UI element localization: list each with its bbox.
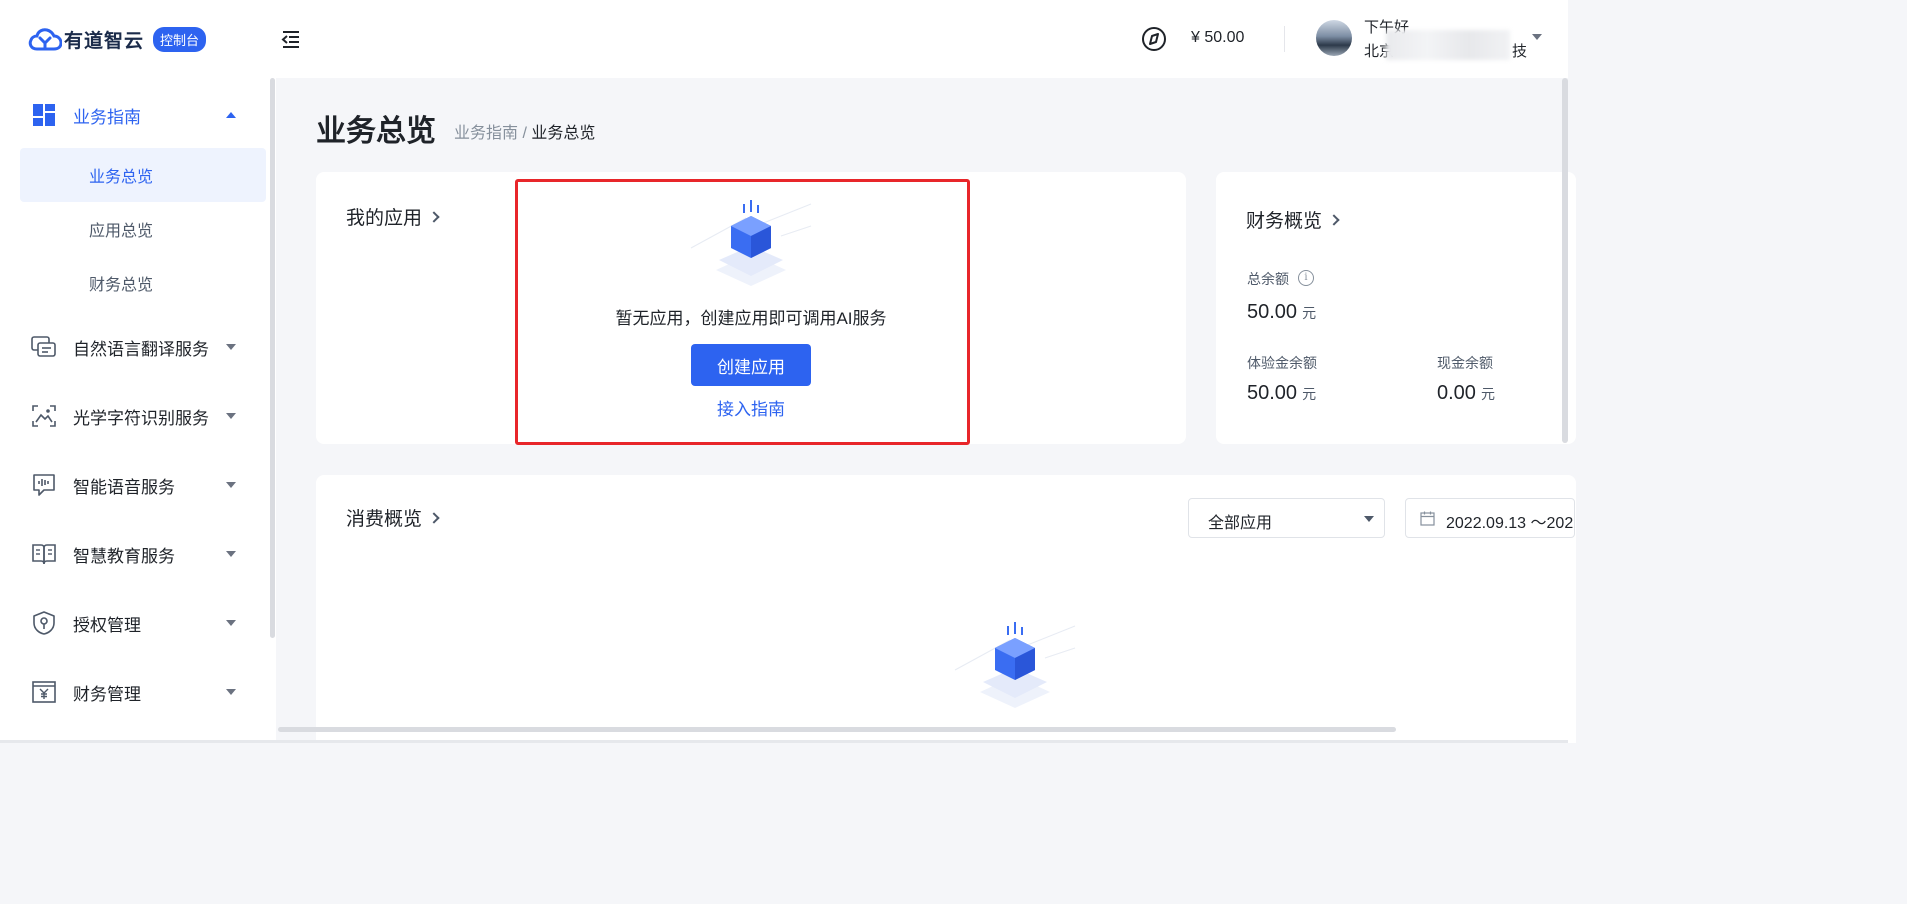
cash-balance-value: 0.00 元 (1437, 382, 1495, 405)
translate-chat-icon (31, 336, 56, 357)
sidebar-group-label: 授权管理 (73, 615, 141, 635)
open-book-icon (32, 544, 56, 565)
chevron-down-icon (226, 482, 236, 488)
cash-balance-amount: 0.00 (1437, 382, 1476, 404)
cloud-logo-icon (28, 27, 62, 50)
sidebar: 业务指南 业务总览 应用总览 财务总览 自然语言翻译服务 光学字符识别服务 智能… (0, 78, 276, 743)
app-filter-value: 全部应用 (1208, 515, 1273, 532)
chevron-down-icon (226, 344, 236, 350)
page-title: 业务总览 (316, 115, 436, 148)
sidebar-item-app-overview[interactable]: 应用总览 (20, 202, 266, 256)
consumption-title-text: 消费概览 (346, 509, 423, 530)
cash-balance-label: 现金余额 (1437, 355, 1493, 371)
sidebar-group-label: 财务管理 (73, 684, 141, 704)
chevron-down-icon (226, 551, 236, 557)
calendar-icon (1420, 511, 1435, 526)
image-scan-icon (32, 405, 56, 427)
main-horizontal-scrollbar[interactable] (278, 727, 1396, 732)
redacted-mask (1386, 30, 1510, 60)
chevron-down-icon (1364, 516, 1374, 522)
consumption-title[interactable]: 消费概览 (346, 504, 440, 531)
chevron-up-icon (226, 112, 236, 118)
date-range-picker[interactable]: 2022.09.13 ～2022.09.19 (1405, 498, 1575, 538)
currency-unit: 元 (1302, 386, 1317, 402)
breadcrumb-current: 业务总览 (531, 125, 596, 142)
breadcrumb: 业务指南 / 业务总览 (454, 119, 595, 143)
sidebar-scrollbar[interactable] (270, 78, 275, 638)
app-filter-select[interactable]: 全部应用 (1188, 498, 1385, 538)
trial-balance-label: 体验金余额 (1247, 355, 1317, 371)
finance-title[interactable]: 财务概览 (1246, 206, 1340, 233)
breadcrumb-separator: / (518, 125, 532, 142)
avatar[interactable] (1316, 20, 1352, 56)
currency-unit: 元 (1480, 386, 1495, 402)
sidebar-group-voice[interactable]: 智能语音服务 (0, 457, 266, 513)
chevron-down-icon (226, 413, 236, 419)
header-user-area: ¥ 50.00 下午好 北京 技 (1128, 0, 1568, 78)
highlight-annotation-box (515, 179, 970, 445)
main-vertical-scrollbar[interactable] (1562, 78, 1568, 443)
sidebar-group-label: 智能语音服务 (73, 477, 175, 497)
window-bottom-edge (0, 740, 1568, 743)
chevron-down-icon (226, 689, 236, 695)
total-balance-amount: 50.00 (1247, 301, 1298, 323)
chevron-right-icon (1328, 213, 1340, 226)
consumption-card: 消费概览 (316, 475, 1576, 743)
sidebar-group-ocr[interactable]: 光学字符识别服务 (0, 388, 266, 444)
sidebar-group-label: 业务指南 (73, 107, 141, 127)
sidebar-group-business-guide[interactable]: 业务指南 (0, 87, 266, 143)
header-divider (1284, 26, 1285, 52)
sidebar-group-finance-management[interactable]: 财务管理 (0, 664, 266, 720)
finance-title-text: 财务概览 (1246, 211, 1323, 232)
logo-text: 有道智云 (64, 31, 145, 52)
date-range-value: 2022.09.13 ～2022.09.19 (1446, 515, 1574, 532)
sidebar-group-label: 自然语言翻译服务 (73, 339, 209, 359)
my-apps-title-text: 我的应用 (346, 208, 423, 229)
breadcrumb-parent[interactable]: 业务指南 (454, 125, 518, 142)
total-balance-value: 50.00 元 (1247, 301, 1316, 324)
total-balance-label: 总余额 (1247, 271, 1289, 287)
empty-box-illustration (954, 622, 1076, 708)
sidebar-group-label: 光学字符识别服务 (73, 408, 209, 428)
sidebar-group-authorization[interactable]: 授权管理 (0, 595, 266, 651)
sidebar-group-label: 智慧教育服务 (73, 546, 175, 566)
sidebar-group-translation[interactable]: 自然语言翻译服务 (0, 319, 266, 375)
shield-key-icon (33, 611, 55, 635)
compass-icon[interactable] (1141, 26, 1167, 52)
chevron-down-icon (226, 620, 236, 626)
top-header: 有道智云 控制台 ¥ 50.00 下午好 北京 技 (0, 0, 1568, 78)
chevron-right-icon (428, 511, 440, 524)
finance-card: 财务概览 总余额 i 50.00 元 体验金余额 50.00 元 现金余额 0.00… (1216, 172, 1576, 444)
user-menu-caret-icon[interactable] (1532, 34, 1542, 40)
voice-wave-icon (33, 474, 55, 496)
sidebar-group-education[interactable]: 智慧教育服务 (0, 526, 266, 582)
trial-balance-value: 50.00 元 (1247, 382, 1316, 405)
sidebar-item-business-overview[interactable]: 业务总览 (20, 148, 266, 202)
my-apps-title[interactable]: 我的应用 (346, 203, 440, 230)
console-badge: 控制台 (153, 27, 207, 52)
currency-unit: 元 (1302, 305, 1317, 321)
trial-balance-amount: 50.00 (1247, 382, 1298, 404)
account-balance[interactable]: ¥ 50.00 (1191, 29, 1244, 47)
info-icon[interactable]: i (1298, 270, 1314, 286)
company-name-end: 技 (1512, 43, 1528, 60)
menu-collapse-icon[interactable] (280, 28, 302, 50)
sidebar-item-finance-overview[interactable]: 财务总览 (20, 256, 266, 310)
chevron-right-icon (428, 210, 440, 223)
finance-box-icon (32, 681, 56, 703)
dashboard-icon (33, 104, 55, 126)
logo[interactable]: 有道智云 控制台 (28, 26, 207, 53)
